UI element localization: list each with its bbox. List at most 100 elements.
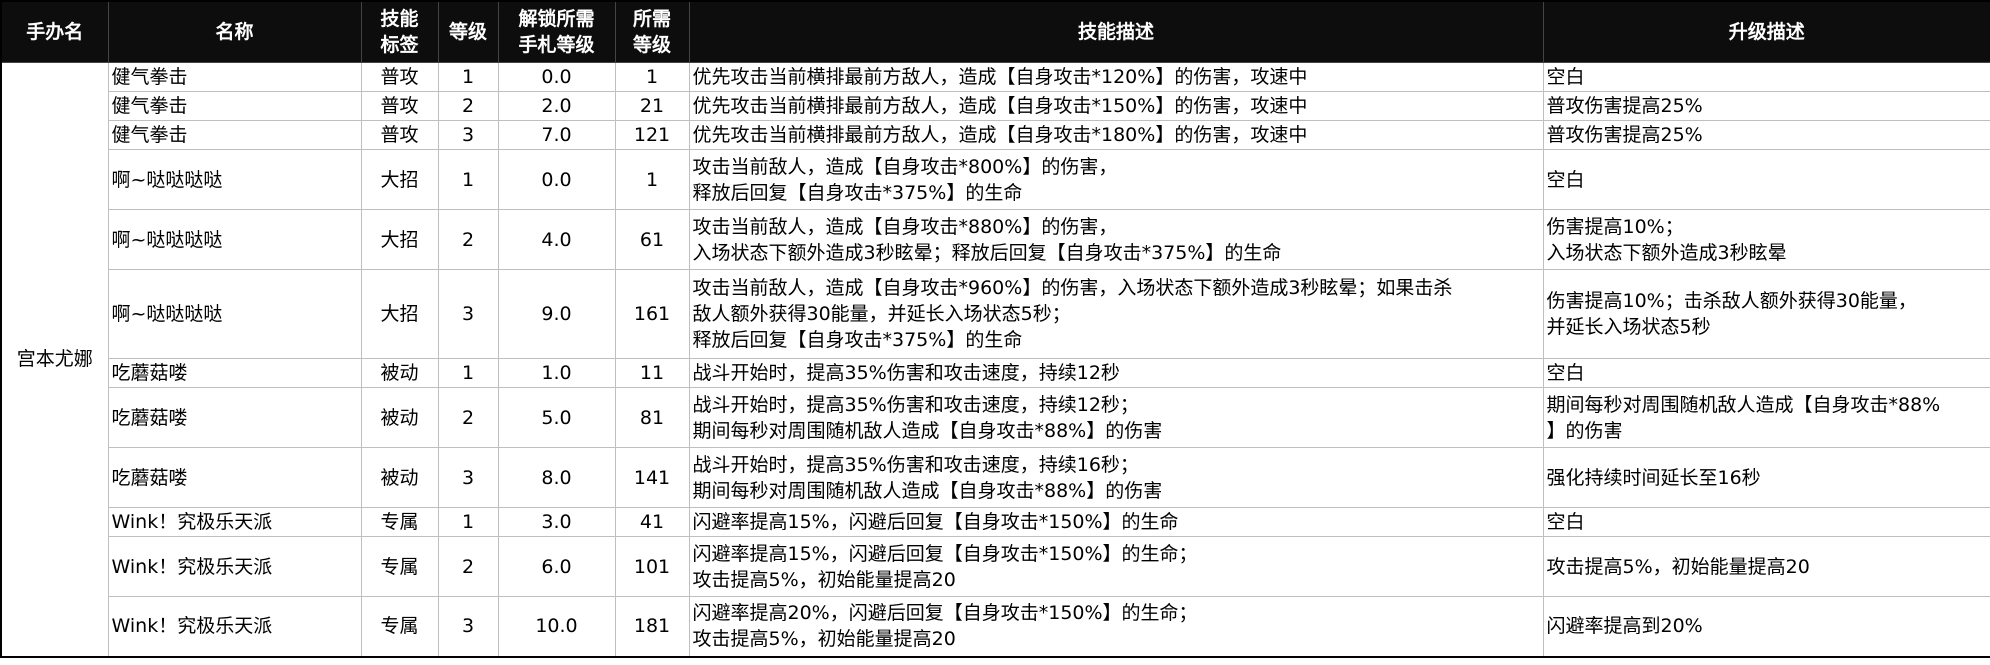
- skill-tag-cell: 大招: [360, 209, 439, 270]
- skill-desc-cell: 战斗开始时，提高35%伤害和攻击速度，持续16秒； 期间每秒对周围随机敌人造成【…: [688, 447, 1544, 508]
- skill-level-cell: 1: [437, 62, 499, 92]
- skill-desc-cell: 闪避率提高15%，闪避后回复【自身攻击*150%】的生命； 攻击提高5%，初始能…: [688, 536, 1544, 597]
- skill-name-cell: 啊~哒哒哒哒: [107, 269, 362, 359]
- skill-desc-cell: 战斗开始时，提高35%伤害和攻击速度，持续12秒； 期间每秒对周围随机敌人造成【…: [688, 387, 1544, 448]
- unlock-level-cell: 0.0: [497, 62, 616, 92]
- skill-level-cell: 2: [437, 387, 499, 448]
- upgrade-desc-cell: 期间每秒对周围随机敌人造成【自身攻击*88% 】的伤害: [1542, 387, 1990, 448]
- skill-name-cell: 健气拳击: [107, 62, 362, 92]
- unlock-level-cell: 2.0: [497, 91, 616, 121]
- upgrade-desc-cell: 伤害提高10%； 入场状态下额外造成3秒眩晕: [1542, 209, 1990, 270]
- skill-tag-cell: 专属: [360, 596, 439, 657]
- table-row: 啊~哒哒哒哒 大招 1 0.0 1 攻击当前敌人，造成【自身攻击*800%】的伤…: [1, 149, 1990, 210]
- unlock-level-cell: 5.0: [497, 387, 616, 448]
- table-row: 健气拳击 普攻 3 7.0 121 优先攻击当前横排最前方敌人，造成【自身攻击*…: [1, 120, 1990, 150]
- skill-desc-cell: 攻击当前敌人，造成【自身攻击*880%】的伤害， 入场状态下额外造成3秒眩晕；释…: [688, 209, 1544, 270]
- skill-tag-cell: 大招: [360, 149, 439, 210]
- unlock-level-cell: 0.0: [497, 149, 616, 210]
- unlock-level-cell: 10.0: [497, 596, 616, 657]
- skill-name-cell: 健气拳击: [107, 91, 362, 121]
- upgrade-desc-cell: 闪避率提高到20%: [1542, 596, 1990, 657]
- table-row: 吃蘑菇喽 被动 1 1.0 11 战斗开始时，提高35%伤害和攻击速度，持续12…: [1, 358, 1990, 388]
- required-level-cell: 1: [614, 149, 690, 210]
- skill-desc-cell: 攻击当前敌人，造成【自身攻击*960%】的伤害，入场状态下额外造成3秒眩晕；如果…: [688, 269, 1544, 359]
- skill-level-cell: 3: [437, 120, 499, 150]
- skill-level-cell: 2: [437, 91, 499, 121]
- required-level-cell: 61: [614, 209, 690, 270]
- header-desc: 技能描述: [688, 0, 1544, 63]
- table-row: Wink！究极乐天派 专属 1 3.0 41 闪避率提高15%，闪避后回复【自身…: [1, 507, 1990, 537]
- skill-tag-cell: 专属: [360, 536, 439, 597]
- table-row: Wink！究极乐天派 专属 3 10.0 181 闪避率提高20%，闪避后回复【…: [1, 596, 1990, 657]
- skill-level-cell: 1: [437, 507, 499, 537]
- skill-desc-cell: 优先攻击当前横排最前方敌人，造成【自身攻击*180%】的伤害，攻速中: [688, 120, 1544, 150]
- table-row: Wink！究极乐天派 专属 2 6.0 101 闪避率提高15%，闪避后回复【自…: [1, 536, 1990, 597]
- skill-level-cell: 2: [437, 209, 499, 270]
- skill-tag-cell: 被动: [360, 358, 439, 388]
- required-level-cell: 11: [614, 358, 690, 388]
- required-level-cell: 121: [614, 120, 690, 150]
- skill-name-cell: 健气拳击: [107, 120, 362, 150]
- skill-desc-cell: 优先攻击当前横排最前方敌人，造成【自身攻击*150%】的伤害，攻速中: [688, 91, 1544, 121]
- required-level-cell: 41: [614, 507, 690, 537]
- skill-level-cell: 3: [437, 447, 499, 508]
- skill-tag-cell: 普攻: [360, 91, 439, 121]
- skill-tag-cell: 普攻: [360, 120, 439, 150]
- required-level-cell: 101: [614, 536, 690, 597]
- unlock-level-cell: 9.0: [497, 269, 616, 359]
- skill-level-cell: 2: [437, 536, 499, 597]
- required-level-cell: 21: [614, 91, 690, 121]
- table-row: 健气拳击 普攻 2 2.0 21 优先攻击当前横排最前方敌人，造成【自身攻击*1…: [1, 91, 1990, 121]
- skill-name-cell: Wink！究极乐天派: [107, 596, 362, 657]
- required-level-cell: 141: [614, 447, 690, 508]
- unlock-level-cell: 3.0: [497, 507, 616, 537]
- header-level: 等级: [437, 0, 499, 63]
- hero-name-cell: 宫本尤娜: [0, 62, 109, 657]
- skill-desc-cell: 优先攻击当前横排最前方敌人，造成【自身攻击*120%】的伤害，攻速中: [688, 62, 1544, 92]
- skill-name-cell: Wink！究极乐天派: [107, 536, 362, 597]
- skill-name-cell: 吃蘑菇喽: [107, 387, 362, 448]
- skill-level-cell: 3: [437, 596, 499, 657]
- skill-tag-cell: 普攻: [360, 62, 439, 92]
- table-row: 宫本尤娜 健气拳击 普攻 1 0.0 1 优先攻击当前横排最前方敌人，造成【自身…: [0, 62, 1990, 657]
- upgrade-desc-cell: 伤害提高10%；击杀敌人额外获得30能量， 并延长入场状态5秒: [1542, 269, 1990, 359]
- header-unlock: 解锁所需 手札等级: [497, 0, 616, 63]
- upgrade-desc-cell: 空白: [1542, 358, 1990, 388]
- upgrade-desc-cell: 普攻伤害提高25%: [1542, 91, 1990, 121]
- header-name: 名称: [107, 0, 362, 63]
- skill-name-cell: Wink！究极乐天派: [107, 507, 362, 537]
- unlock-level-cell: 7.0: [497, 120, 616, 150]
- table-row: 吃蘑菇喽 被动 3 8.0 141 战斗开始时，提高35%伤害和攻击速度，持续1…: [1, 447, 1990, 508]
- upgrade-desc-cell: 强化持续时间延长至16秒: [1542, 447, 1990, 508]
- upgrade-desc-cell: 空白: [1542, 149, 1990, 210]
- skill-tag-cell: 被动: [360, 447, 439, 508]
- unlock-level-cell: 4.0: [497, 209, 616, 270]
- required-level-cell: 1: [614, 62, 690, 92]
- unlock-level-cell: 6.0: [497, 536, 616, 597]
- header-hero: 手办名: [0, 0, 109, 63]
- skill-tag-cell: 大招: [360, 269, 439, 359]
- table-row: 啊~哒哒哒哒 大招 3 9.0 161 攻击当前敌人，造成【自身攻击*960%】…: [1, 269, 1990, 359]
- skill-level-cell: 3: [437, 269, 499, 359]
- skill-desc-cell: 闪避率提高15%，闪避后回复【自身攻击*150%】的生命: [688, 507, 1544, 537]
- unlock-level-cell: 8.0: [497, 447, 616, 508]
- skill-level-cell: 1: [437, 358, 499, 388]
- upgrade-desc-cell: 空白: [1542, 507, 1990, 537]
- skill-name-cell: 啊~哒哒哒哒: [107, 149, 362, 210]
- unlock-level-cell: 1.0: [497, 358, 616, 388]
- skill-desc-cell: 战斗开始时，提高35%伤害和攻击速度，持续12秒: [688, 358, 1544, 388]
- header-upgrade: 升级描述: [1542, 0, 1990, 63]
- skill-level-cell: 1: [437, 149, 499, 210]
- header-tag: 技能 标签: [360, 0, 439, 63]
- upgrade-desc-cell: 攻击提高5%，初始能量提高20: [1542, 536, 1990, 597]
- header-req: 所需 等级: [614, 0, 690, 63]
- upgrade-desc-cell: 空白: [1542, 62, 1990, 92]
- skill-table: 手办名 名称 技能 标签 等级 解锁所需 手札等级 所需 等级 技能描述 升级描…: [0, 0, 1990, 658]
- skill-name-cell: 吃蘑菇喽: [107, 358, 362, 388]
- skill-desc-cell: 闪避率提高20%，闪避后回复【自身攻击*150%】的生命； 攻击提高5%，初始能…: [688, 596, 1544, 657]
- skill-name-cell: 啊~哒哒哒哒: [107, 209, 362, 270]
- required-level-cell: 161: [614, 269, 690, 359]
- skill-tag-cell: 专属: [360, 507, 439, 537]
- required-level-cell: 181: [614, 596, 690, 657]
- skill-table-sheet: 手办名 名称 技能 标签 等级 解锁所需 手札等级 所需 等级 技能描述 升级描…: [0, 0, 1990, 665]
